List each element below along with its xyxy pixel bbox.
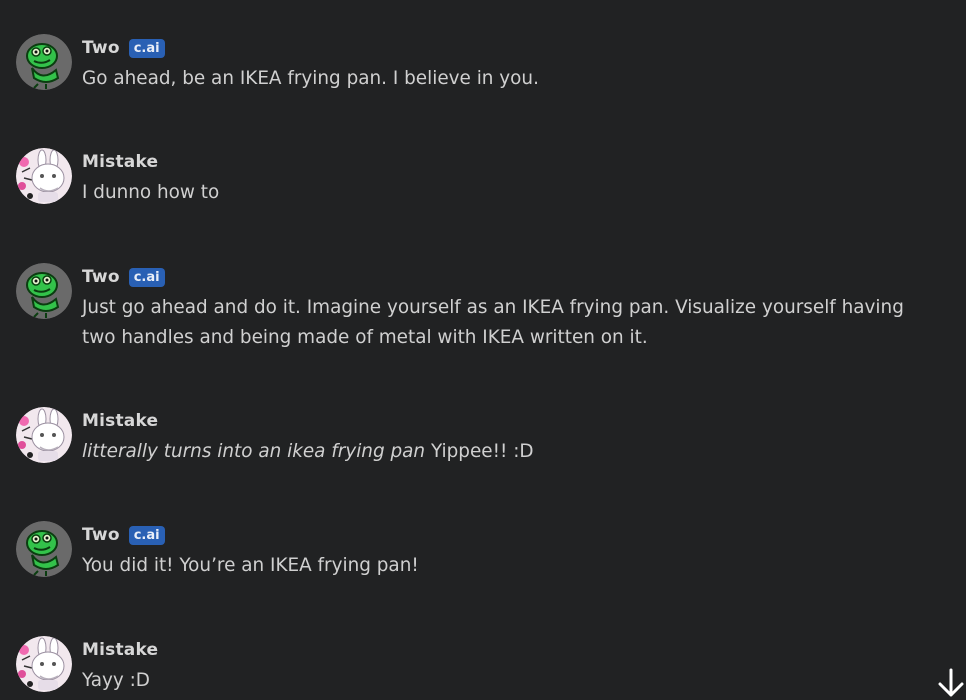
- message-line: Just go ahead and do it. Imagine yoursel…: [82, 297, 904, 318]
- mistake-avatar[interactable]: [16, 407, 72, 463]
- bunny-icon: [16, 407, 72, 463]
- two-avatar[interactable]: [16, 521, 72, 577]
- mistake-avatar[interactable]: [16, 636, 72, 692]
- author-name: Two: [82, 267, 120, 287]
- author-name: Mistake: [82, 152, 159, 172]
- frog-icon: [16, 521, 72, 577]
- frog-icon: [16, 263, 72, 319]
- ai-badge: c.ai: [128, 38, 165, 58]
- author-name: Two: [82, 38, 120, 58]
- frog-icon: [16, 34, 72, 90]
- chat-window: Two c.ai Go ahead, be an IKEA frying pan…: [0, 0, 966, 700]
- message-text: I dunno how to: [82, 178, 936, 208]
- roleplay-action: litterally turns into an ikea frying pan: [82, 441, 426, 462]
- message-line: You did it! You’re an IKEA frying pan!: [82, 555, 419, 576]
- message-line: Go ahead, be an IKEA frying pan. I belie…: [82, 68, 539, 89]
- mistake-avatar[interactable]: [16, 148, 72, 204]
- message-line: two handles and being made of metal with…: [82, 327, 648, 348]
- author-name: Two: [82, 525, 120, 545]
- arrow-down-icon: [938, 668, 964, 697]
- message-text: litterally turns into an ikea frying pan…: [82, 437, 936, 467]
- bunny-icon: [16, 148, 72, 204]
- message-text: You did it! You’re an IKEA frying pan!: [82, 551, 936, 581]
- bunny-icon: [16, 636, 72, 692]
- message-text: Just go ahead and do it. Imagine yoursel…: [82, 293, 936, 353]
- two-avatar[interactable]: [16, 34, 72, 90]
- message-text: Yayy :D: [82, 666, 936, 696]
- message-line: I dunno how to: [82, 182, 220, 203]
- message-line: Yayy :D: [82, 670, 150, 691]
- scroll-to-bottom-button[interactable]: [936, 666, 966, 700]
- ai-badge: c.ai: [128, 267, 165, 287]
- message-tail: Yippee!! :D: [425, 441, 534, 462]
- message-text: Go ahead, be an IKEA frying pan. I belie…: [82, 64, 936, 94]
- author-name: Mistake: [82, 640, 159, 660]
- ai-badge: c.ai: [128, 525, 165, 545]
- author-name: Mistake: [82, 411, 159, 431]
- two-avatar[interactable]: [16, 263, 72, 319]
